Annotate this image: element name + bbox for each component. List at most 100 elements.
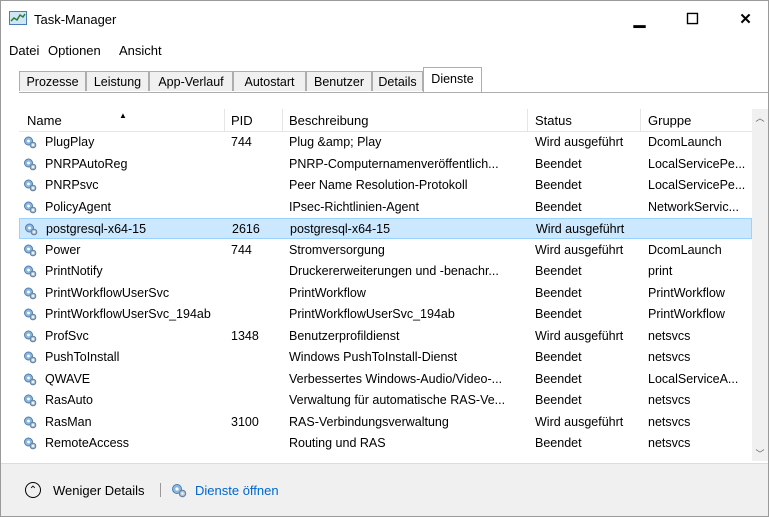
column-divider[interactable] (527, 109, 528, 131)
table-row[interactable]: PNRPsvc Peer Name Resolution-Protokoll Bee… (19, 175, 752, 196)
column-header-status[interactable]: Status (535, 113, 572, 128)
table-row[interactable]: postgresql-x64-15 2616 postgresql-x64-15 Wi… (19, 218, 752, 239)
menu-datei[interactable]: Datei (9, 43, 39, 58)
service-status: Beendet (535, 371, 582, 386)
service-status: Wird ausgeführt (535, 135, 624, 149)
service-description: Verbessertes Windows-Audio/Video-... (289, 371, 503, 386)
service-description: Routing und RAS (289, 436, 386, 450)
table-row[interactable]: PrintWorkflowUserSvc_194ab PrintWorkflowU… (19, 304, 752, 325)
service-description: RAS-Verbindungsverwaltung (289, 414, 449, 429)
service-status: Beendet (535, 436, 582, 450)
service-group: LocalServicePe... (648, 156, 746, 171)
scroll-up-icon[interactable]: ︿ (752, 109, 768, 125)
task-manager-window: Task-Manager ▁ ☐ ✕ Datei Optionen Ansich… (0, 0, 769, 517)
service-group: netsvcs (648, 393, 691, 407)
table-row[interactable]: PrintWorkflowUserSvc PrintWorkflow Beendet… (19, 283, 752, 304)
table-header: Name ▲ PID Beschreibung Status Gruppe (19, 109, 752, 132)
service-group: LocalServiceA... (648, 371, 739, 386)
table-row[interactable]: RemoteAccess Routing und RAS Beendet netsvc… (19, 433, 752, 454)
service-gear-icon (24, 373, 37, 385)
column-divider[interactable] (282, 109, 283, 131)
service-name: RemoteAccess (45, 436, 130, 450)
service-name: PrintWorkflowUserSvc (45, 285, 170, 300)
menu-bar: Datei Optionen Ansicht (1, 41, 768, 61)
close-icon: ✕ (739, 11, 752, 28)
service-pid: 744 (231, 135, 252, 149)
service-status: Beendet (535, 178, 582, 192)
column-header-beschreibung[interactable]: Beschreibung (289, 113, 369, 128)
maximize-button[interactable]: ☐ (670, 1, 715, 37)
service-description: Stromversorgung (289, 242, 385, 257)
column-divider[interactable] (224, 109, 225, 131)
column-header-gruppe[interactable]: Gruppe (648, 113, 691, 128)
service-status: Wird ausgeführt (536, 222, 625, 236)
column-header-name[interactable]: Name (27, 113, 62, 128)
window-title: Task-Manager (34, 12, 117, 27)
service-status: Beendet (535, 393, 582, 407)
service-description: Benutzerprofildienst (289, 328, 400, 343)
service-group: NetworkServic... (648, 199, 739, 214)
task-manager-icon (9, 11, 27, 25)
table-row[interactable]: PolicyAgent IPsec-Richtlinien-Agent Beende… (19, 197, 752, 218)
service-description: Plug &amp; Play (289, 135, 382, 149)
service-gear-icon (24, 158, 37, 170)
table-row[interactable]: RasAuto Verwaltung für automatische RAS-V… (19, 390, 752, 411)
tab-leistung[interactable]: Leistung (86, 71, 149, 91)
table-row[interactable]: PrintNotify Druckererweiterungen und -ben… (19, 261, 752, 282)
open-services-link[interactable]: Dienste öffnen (195, 483, 279, 498)
service-gear-icon (24, 394, 37, 407)
tab-prozesse[interactable]: Prozesse (19, 71, 86, 91)
service-status: Beendet (535, 199, 582, 214)
service-description: Windows PushToInstall-Dienst (289, 350, 458, 364)
service-description: IPsec-Richtlinien-Agent (289, 199, 419, 214)
column-divider[interactable] (640, 109, 641, 131)
tab-strip-line (19, 92, 768, 93)
minimize-icon: ▁ (633, 11, 646, 28)
fewer-details-link[interactable]: Weniger Details (53, 483, 145, 498)
table-row[interactable]: QWAVE Verbessertes Windows-Audio/Video-..… (19, 369, 752, 390)
table-row[interactable]: ProfSvc 1348 Benutzerprofildienst Wird ausg… (19, 326, 752, 347)
scroll-down-icon[interactable]: ﹀ (752, 445, 768, 461)
tab-autostart[interactable]: Autostart (233, 71, 306, 91)
service-group: DcomLaunch (648, 242, 722, 257)
service-description: PNRP-Computernamenveröffentlich... (289, 156, 499, 171)
service-name: PlugPlay (45, 135, 95, 149)
service-gear-icon (24, 201, 37, 213)
close-button[interactable]: ✕ (723, 1, 768, 37)
table-row[interactable]: PushToInstall Windows PushToInstall-Diens… (19, 347, 752, 368)
title-bar[interactable]: Task-Manager ▁ ☐ ✕ (1, 1, 768, 37)
service-status: Beendet (535, 307, 582, 321)
service-name: PushToInstall (45, 350, 120, 364)
service-gear-icon (24, 287, 37, 299)
service-group: netsvcs (648, 414, 691, 429)
service-description: postgresql-x64-15 (290, 222, 391, 236)
minimize-button[interactable]: ▁ (617, 1, 662, 37)
service-status: Wird ausgeführt (535, 242, 624, 257)
vertical-scrollbar[interactable]: ︿ ﹀ (752, 109, 768, 461)
tab-benutzer[interactable]: Benutzer (306, 71, 372, 91)
table-row[interactable]: Power 744 Stromversorgung Wird ausgeführt Dc… (19, 240, 752, 261)
service-name: postgresql-x64-15 (46, 222, 147, 236)
table-row[interactable]: RasMan 3100 RAS-Verbindungsverwaltung Wird … (19, 412, 752, 433)
service-gear-icon (24, 265, 37, 278)
service-description: Peer Name Resolution-Protokoll (289, 178, 468, 192)
service-gear-icon (24, 351, 37, 364)
tab-details[interactable]: Details (372, 71, 423, 91)
table-row[interactable]: PNRPAutoReg PNRP-Computernamenveröffentli… (19, 154, 752, 175)
tab-app-verlauf[interactable]: App-Verlauf (149, 71, 233, 91)
service-group: PrintWorkflow (648, 307, 725, 321)
service-name: PolicyAgent (45, 199, 112, 214)
column-header-pid[interactable]: PID (231, 113, 253, 128)
table-row[interactable]: PlugPlay 744 Plug &amp; Play Wird ausgeführ… (19, 132, 752, 153)
sort-ascending-icon: ▲ (119, 111, 127, 120)
service-status: Wird ausgeführt (535, 414, 624, 429)
menu-optionen[interactable]: Optionen (48, 43, 101, 58)
menu-ansicht[interactable]: Ansicht (119, 43, 162, 58)
service-status: Beendet (535, 156, 582, 171)
service-group: netsvcs (648, 328, 691, 343)
chevron-up-circle-icon[interactable]: ⌃ (25, 482, 41, 498)
service-status: Beendet (535, 264, 582, 278)
service-pid: 2616 (232, 222, 260, 236)
service-gear-icon (25, 223, 38, 236)
tab-dienste[interactable]: Dienste (423, 67, 482, 92)
